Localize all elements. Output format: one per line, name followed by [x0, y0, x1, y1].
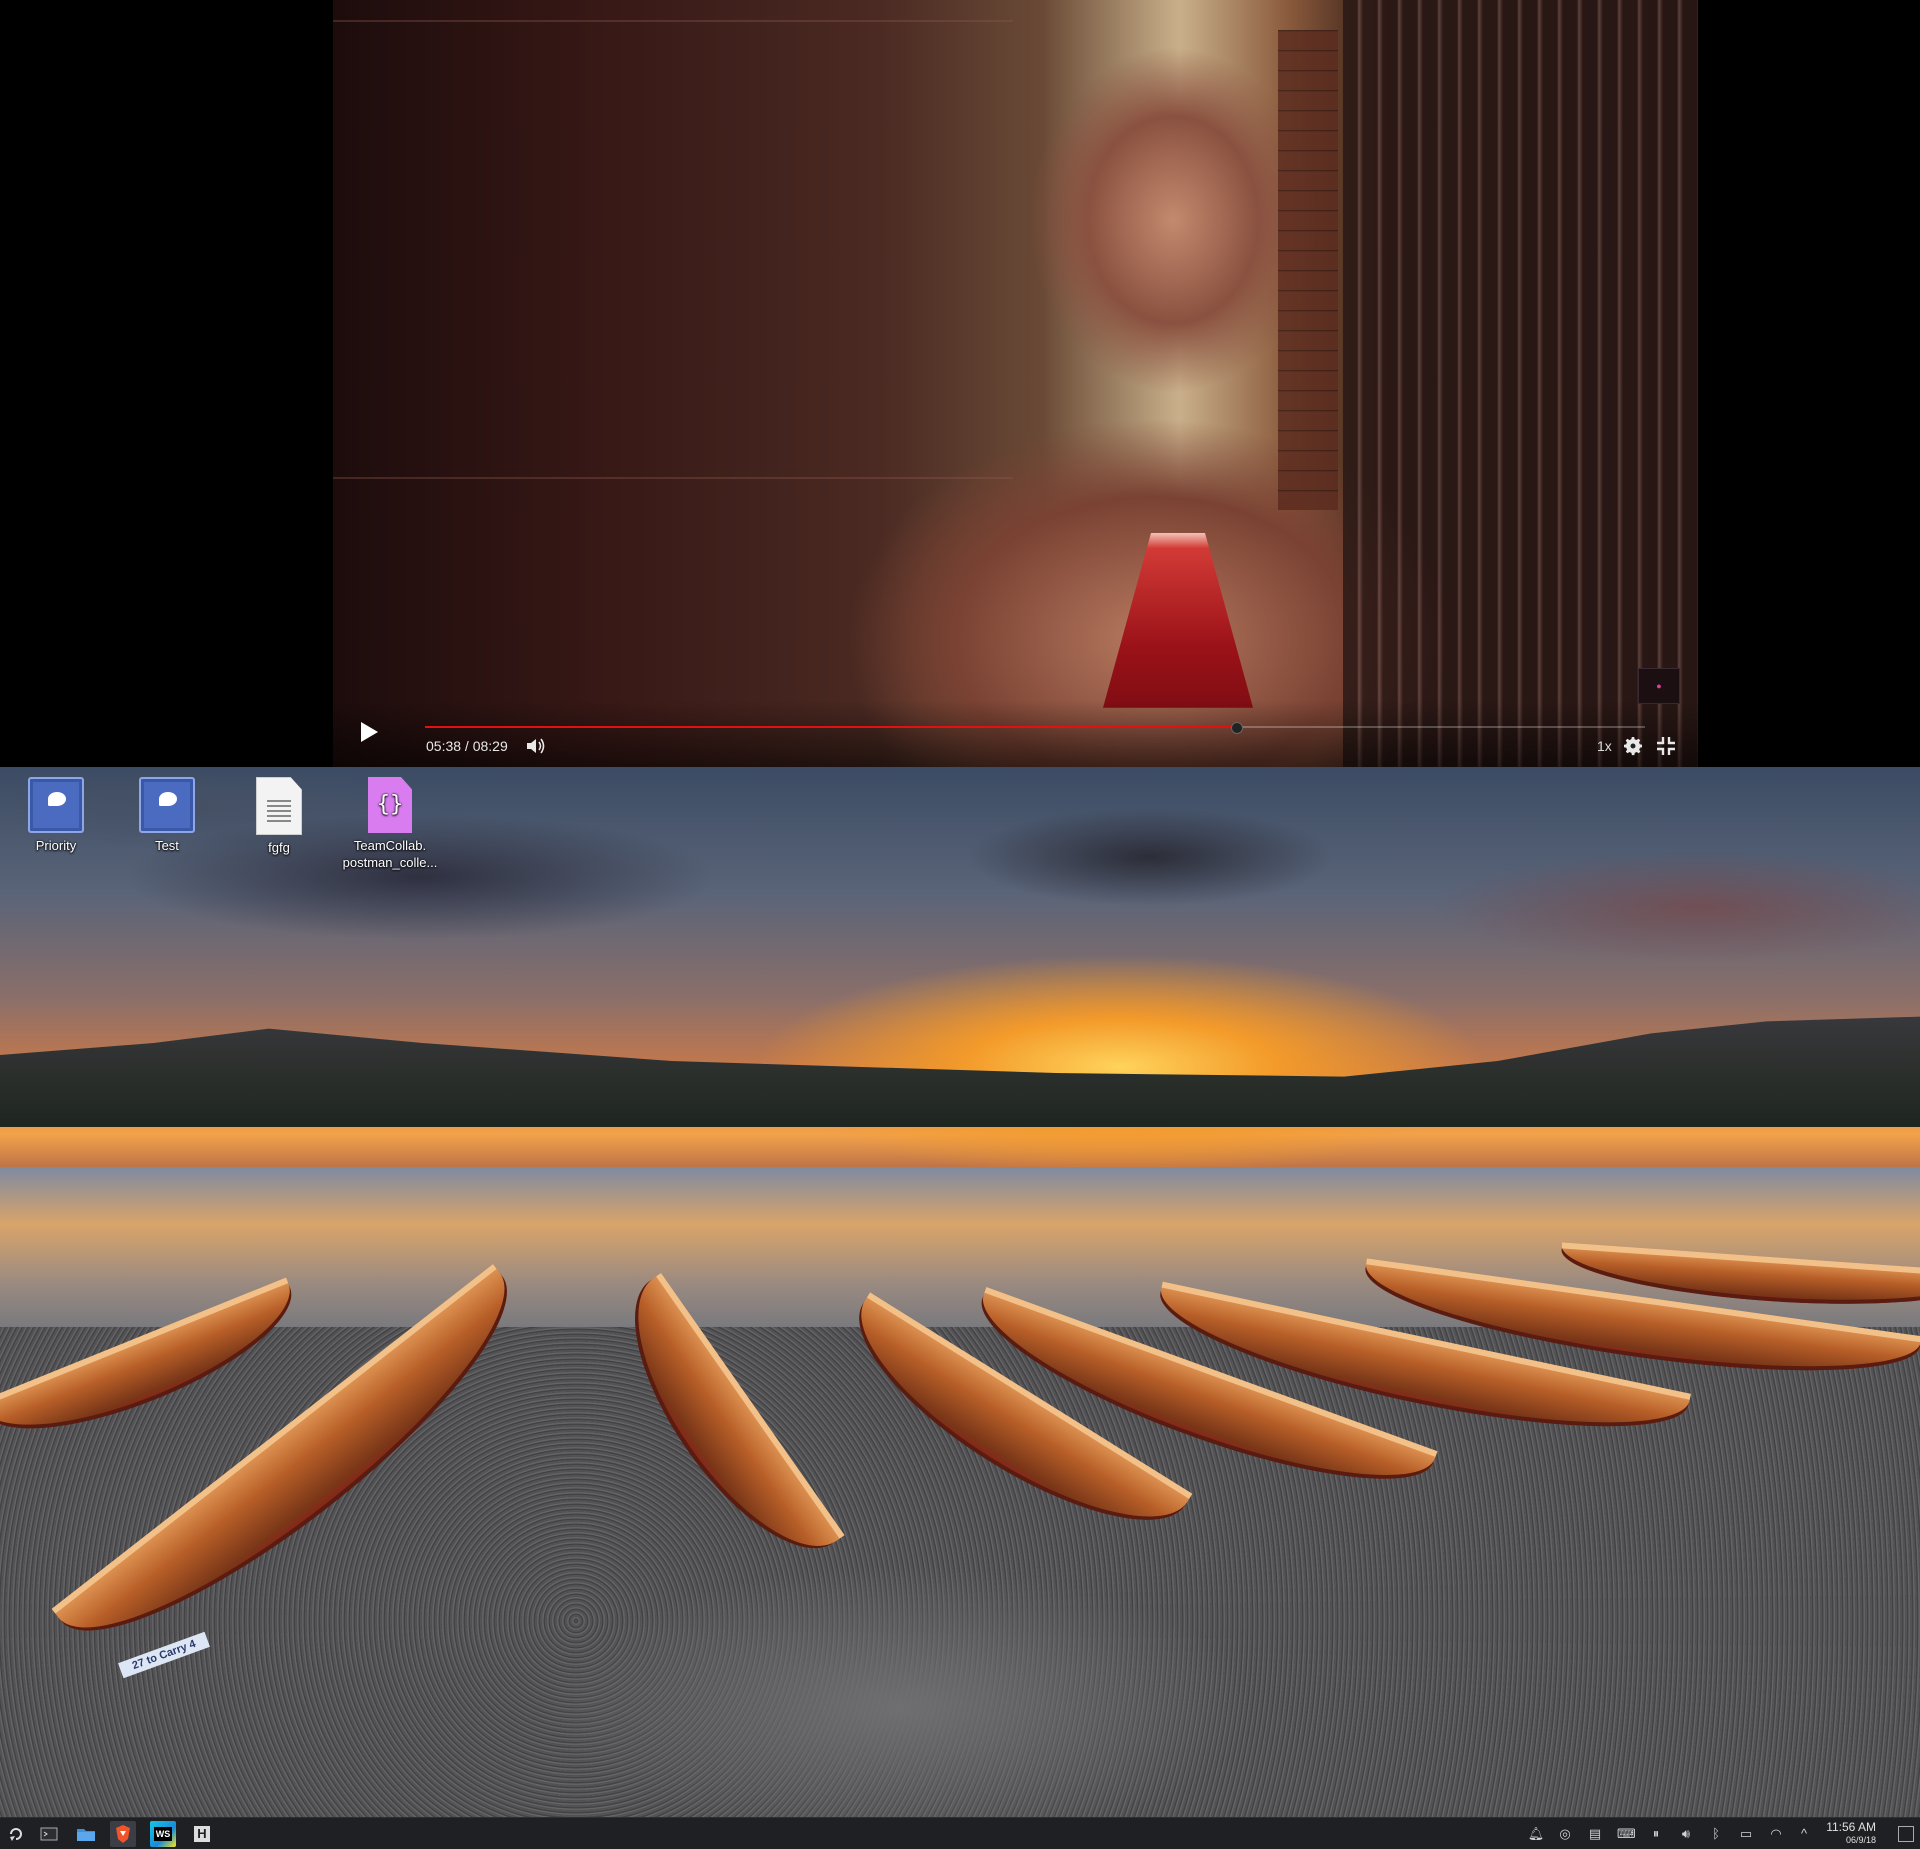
bluetooth-icon[interactable]: ᛒ — [1707, 1825, 1725, 1843]
show-desktop-button[interactable] — [1898, 1826, 1914, 1842]
channel-watermark-logo: ● — [1638, 668, 1680, 704]
video-frame[interactable]: ● — [333, 0, 1698, 767]
clock-date: 06/9/18 — [1845, 1835, 1876, 1845]
desktop-icon-fgfg[interactable]: fgfg — [229, 777, 329, 856]
app-h-icon: H — [194, 1826, 210, 1842]
display-icon[interactable]: ▭ — [1737, 1825, 1755, 1843]
exit-fullscreen-button[interactable] — [1655, 735, 1677, 757]
volume-button[interactable] — [525, 736, 547, 756]
video-brick-wall — [1278, 30, 1338, 510]
video-curtain — [1343, 0, 1698, 767]
playback-speed-button[interactable]: 1x — [1597, 738, 1612, 754]
volume-icon — [527, 738, 545, 754]
clock-time: 11:56 AM — [1826, 1820, 1876, 1834]
webstorm-button[interactable]: WS — [150, 1821, 176, 1847]
clipboard-icon[interactable]: ▤ — [1586, 1825, 1604, 1843]
settings-button[interactable] — [1621, 734, 1645, 758]
progress-fill — [425, 726, 1237, 728]
desktop-icon-test[interactable]: Test — [117, 777, 217, 854]
browser-button[interactable] — [110, 1821, 136, 1847]
video-wall-panel — [333, 20, 1013, 479]
play-button[interactable] — [353, 716, 385, 748]
pause-icon[interactable]: ⏸︎ — [1647, 1825, 1665, 1843]
exit-fullscreen-icon — [1657, 737, 1675, 755]
ticket-icon — [28, 777, 84, 833]
time-display: 05:38 / 08:29 — [426, 738, 508, 754]
file-manager-button[interactable] — [73, 1821, 99, 1847]
desktop-icon-label: Priority — [35, 838, 77, 853]
desktop-icon-priority[interactable]: Priority — [6, 777, 106, 854]
progress-bar[interactable] — [425, 722, 1645, 734]
notification-icon[interactable]: 🔔︎ — [1527, 1825, 1545, 1843]
expand-tray-icon[interactable]: ^ — [1795, 1825, 1813, 1843]
ticket-icon — [139, 777, 195, 833]
webstorm-icon: WS — [153, 1827, 173, 1841]
gear-icon — [1624, 737, 1642, 756]
terminal-icon — [40, 1827, 58, 1841]
text-file-icon — [256, 777, 302, 835]
desktop-icon-label: TeamCollab. postman_colle... — [342, 838, 438, 870]
app-h-button[interactable]: H — [189, 1821, 215, 1847]
clock[interactable]: 11:56 AM 06/9/18 — [1816, 1820, 1876, 1846]
terminal-button[interactable] — [36, 1821, 62, 1847]
desktop-icon-label: Test — [155, 838, 179, 853]
progress-scrubber[interactable] — [1231, 722, 1244, 734]
wifi-icon[interactable]: ◠ — [1767, 1825, 1785, 1843]
app-launcher-button[interactable] — [3, 1821, 29, 1847]
player-controls: 05:38 / 08:29 1x — [333, 700, 1698, 767]
play-icon — [361, 722, 378, 742]
desktop-icon-label: fgfg — [268, 840, 290, 855]
file-manager-icon — [77, 1829, 95, 1841]
desktop[interactable]: Priority Test fgfg {} TeamCollab. postma… — [0, 767, 1920, 1817]
video-player-window: ● 05:38 / 08:29 1x — [0, 0, 1920, 767]
desktop-icon-teamcollab[interactable]: {} TeamCollab. postman_colle... — [340, 777, 440, 871]
update-icon[interactable]: ◎ — [1556, 1825, 1574, 1843]
taskbar: WS H 🔔︎ ◎ ▤ ⌨ ⏸︎ 🔊︎ ᛒ ▭ ◠ ^ 11:56 AM 06/… — [0, 1817, 1920, 1849]
browser-icon — [116, 1825, 130, 1843]
keyboard-icon[interactable]: ⌨ — [1617, 1825, 1636, 1843]
app-launcher-icon — [10, 1828, 22, 1841]
volume-icon[interactable]: 🔊︎ — [1677, 1825, 1695, 1843]
json-file-icon: {} — [368, 777, 412, 833]
